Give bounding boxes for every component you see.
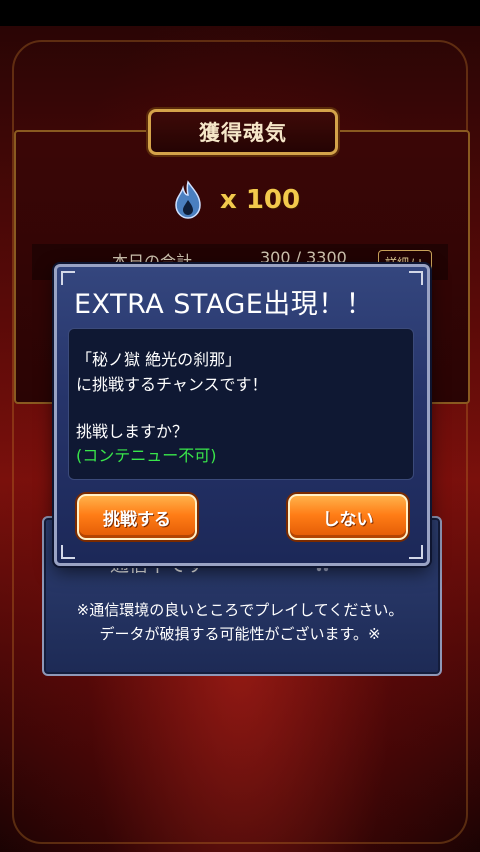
soul-amount: x 100	[220, 185, 301, 215]
notice-line-1: ※通信環境の良いところでプレイしてください。	[76, 601, 404, 619]
challenge-message: に挑戦するチャンスです！	[76, 375, 268, 394]
dialog-title: EXTRA STAGE出現！！	[74, 289, 374, 320]
notice-line-2: データが破損する可能性がございます。※	[99, 625, 381, 643]
corner-ornament	[61, 545, 75, 559]
communication-notice: ※通信環境の良いところでプレイしてください。 データが破損する可能性がございます…	[50, 598, 430, 646]
blue-flame-icon	[175, 180, 201, 219]
status-bar	[0, 0, 480, 26]
accept-challenge-button[interactable]: 挑戦する	[77, 494, 197, 540]
no-continue-note: (コンテニュー不可)	[76, 446, 217, 465]
decline-button[interactable]: しない	[288, 494, 408, 540]
soul-reward-row: x 100	[172, 178, 300, 222]
challenge-question: 挑戦しますか？	[76, 422, 189, 441]
corner-ornament	[409, 545, 423, 559]
stage-name: 「秘ノ獄 絶光の刹那」	[76, 350, 242, 369]
corner-ornament	[61, 271, 75, 285]
reward-title: 獲得魂気	[148, 109, 338, 155]
corner-ornament	[409, 271, 423, 285]
